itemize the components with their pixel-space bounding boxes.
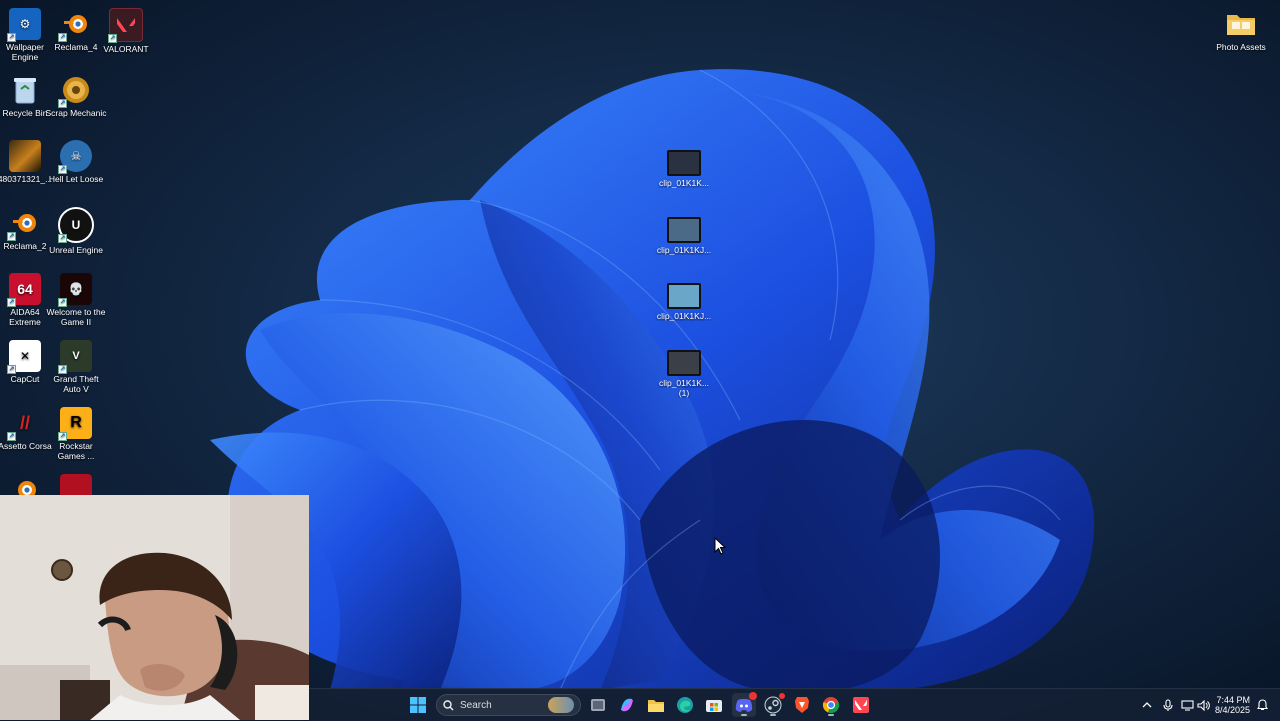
scrap-mechanic-icon: ↗ — [58, 74, 92, 108]
desktop-clip-2[interactable]: clip_01K1KJ... — [653, 217, 715, 255]
taskbar-clock[interactable]: 7:44 PM 8/4/2025 — [1215, 695, 1250, 715]
active-indicator — [828, 714, 834, 716]
copilot-button[interactable] — [615, 693, 639, 717]
brave-icon — [795, 697, 809, 713]
folder-icon — [1225, 8, 1257, 40]
desktop-icon-photo-assets[interactable]: Photo Assets — [1210, 8, 1272, 52]
speaker-icon — [1196, 699, 1210, 711]
video-file-icon — [667, 150, 701, 176]
notification-icon — [1256, 699, 1268, 711]
active-indicator — [741, 714, 747, 716]
image-file-icon — [9, 140, 41, 172]
video-file-icon — [667, 350, 701, 376]
gta-icon: V ↗ — [58, 340, 92, 374]
desktop-icon-rockstar[interactable]: R ↗ Rockstar Games ... — [45, 407, 107, 461]
chrome-icon — [822, 697, 840, 714]
valorant-icon — [853, 697, 869, 713]
video-file-icon — [667, 283, 701, 309]
skull-icon: 💀 ↗ — [58, 273, 92, 307]
unreal-engine-icon: U ↗ — [58, 207, 94, 243]
store-button[interactable] — [702, 693, 726, 717]
store-icon — [706, 700, 722, 712]
copilot-icon — [621, 698, 633, 712]
rockstar-icon: R ↗ — [58, 407, 92, 441]
valorant-icon: ↗ — [108, 8, 143, 43]
file-explorer-icon — [648, 699, 664, 712]
discord-button[interactable] — [732, 692, 757, 717]
desktop-icon-welcome-to-the-game[interactable]: 💀 ↗ Welcome to the Game II — [45, 273, 107, 327]
blender-icon: ↗ — [58, 8, 92, 42]
discord-icon — [735, 698, 753, 712]
edge-button[interactable] — [673, 693, 697, 717]
blender-icon: ↗ — [7, 207, 41, 241]
mouse-cursor — [714, 536, 727, 560]
start-icon — [410, 697, 426, 713]
clock-date: 8/4/2025 — [1214, 705, 1250, 715]
desktop-clip-1[interactable]: clip_01K1K... — [653, 150, 715, 188]
wallpaper-engine-icon: ⚙ ↗ — [7, 8, 41, 42]
desktop-icon-scrap-mechanic[interactable]: ↗ Scrap Mechanic — [45, 74, 107, 118]
search-label: Search — [460, 699, 492, 711]
active-indicator — [770, 714, 776, 716]
search-highlight-icon — [548, 697, 574, 713]
notification-badge — [749, 692, 757, 700]
file-explorer-button[interactable] — [644, 693, 668, 717]
desktop-icon-unreal-engine[interactable]: U ↗ Unreal Engine — [45, 207, 107, 255]
task-view-icon — [591, 699, 605, 711]
hell-let-loose-icon: ☠ ↗ — [58, 140, 92, 174]
taskbar: Search 7:44 PM 8/4/2025 — [309, 688, 1280, 721]
steam-button[interactable] — [761, 693, 785, 717]
brave-button[interactable] — [790, 693, 814, 717]
clock-time: 7:44 PM — [1216, 695, 1250, 705]
desktop-clip-3[interactable]: clip_01K1KJ... — [653, 283, 715, 321]
steam-icon — [764, 696, 782, 714]
desktop-icon-hell-let-loose[interactable]: ☠ ↗ Hell Let Loose — [45, 140, 107, 184]
webcam-overlay — [0, 495, 309, 720]
notification-badge — [779, 693, 785, 699]
recycle-bin-icon — [9, 74, 41, 106]
assetto-corsa-icon: //↗ — [7, 413, 30, 441]
valorant-button[interactable] — [849, 693, 873, 717]
capcut-icon: ✕ ↗ — [7, 340, 41, 374]
start-button[interactable] — [406, 693, 430, 717]
search-icon — [443, 699, 454, 710]
aida64-icon: 64 ↗ — [7, 273, 41, 307]
task-view-button[interactable] — [586, 693, 610, 717]
edge-icon — [677, 697, 693, 713]
taskbar-search[interactable]: Search — [436, 694, 581, 716]
desktop-clip-4[interactable]: clip_01K1K... (1) — [653, 350, 715, 398]
video-file-icon — [667, 217, 701, 243]
desktop-icon-valorant[interactable]: ↗ VALORANT — [95, 8, 157, 54]
volume-button[interactable] — [1191, 693, 1215, 717]
desktop-icon-gta-v[interactable]: V ↗ Grand Theft Auto V — [45, 340, 107, 394]
chrome-button[interactable] — [819, 693, 843, 717]
notification-center-button[interactable] — [1250, 693, 1274, 717]
chevron-up-icon — [1142, 702, 1152, 708]
microphone-icon — [1163, 698, 1173, 711]
